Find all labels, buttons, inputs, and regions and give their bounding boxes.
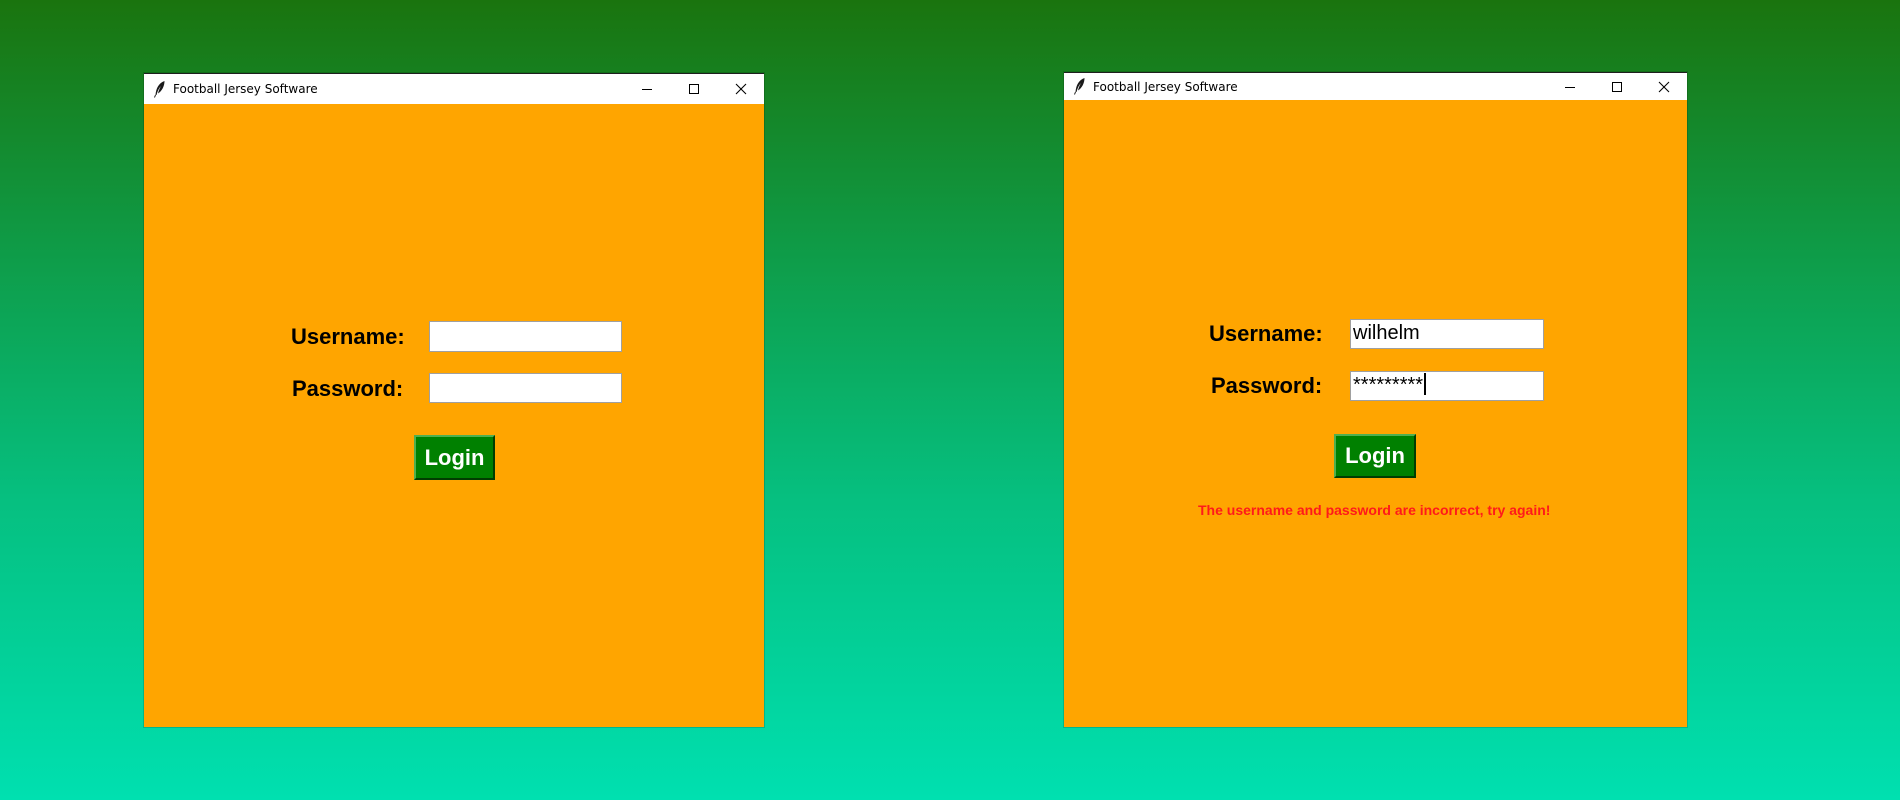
title-bar[interactable]: Football Jersey Software xyxy=(1064,72,1687,100)
close-icon xyxy=(735,83,746,95)
maximize-button[interactable] xyxy=(670,74,717,104)
username-input[interactable]: wilhelm xyxy=(1350,319,1544,349)
login-button-label: Login xyxy=(424,444,485,470)
close-button[interactable] xyxy=(1640,73,1687,100)
maximize-button[interactable] xyxy=(1593,73,1640,100)
username-label: Username: xyxy=(1209,321,1323,346)
login-button-label: Login xyxy=(1345,443,1405,468)
username-input[interactable] xyxy=(429,321,622,352)
window-title: Football Jersey Software xyxy=(1093,80,1238,94)
title-bar[interactable]: Football Jersey Software xyxy=(144,73,764,104)
password-input[interactable] xyxy=(429,373,622,403)
login-window-error: Football Jersey Software Username: wilhe… xyxy=(1064,72,1687,727)
login-window-empty: Football Jersey Software Username: Passw… xyxy=(144,73,764,727)
maximize-icon xyxy=(1611,81,1622,92)
login-form: Username: Password: Login xyxy=(144,104,764,727)
minimize-button[interactable] xyxy=(1546,73,1593,100)
window-controls xyxy=(1546,73,1687,100)
window-title: Football Jersey Software xyxy=(173,82,318,96)
text-caret xyxy=(1424,373,1427,395)
feather-icon xyxy=(154,81,165,98)
maximize-icon xyxy=(688,84,699,94)
minimize-icon xyxy=(1564,86,1575,88)
minimize-icon xyxy=(641,89,652,90)
window-controls xyxy=(623,74,764,104)
login-form: Username: wilhelm Password: ********* Lo… xyxy=(1064,100,1687,727)
feather-icon xyxy=(1074,78,1085,95)
password-input[interactable]: ********* xyxy=(1350,371,1544,401)
password-label: Password: xyxy=(292,376,404,401)
password-value: ********* xyxy=(1353,374,1424,396)
close-button[interactable] xyxy=(717,74,764,104)
error-message: The username and password are incorrect,… xyxy=(1198,502,1551,518)
password-label: Password: xyxy=(1211,373,1323,398)
login-button[interactable]: Login xyxy=(1334,434,1416,478)
close-icon xyxy=(1658,81,1669,92)
minimize-button[interactable] xyxy=(623,74,670,104)
username-label: Username: xyxy=(291,324,405,349)
login-button[interactable]: Login xyxy=(414,435,495,480)
